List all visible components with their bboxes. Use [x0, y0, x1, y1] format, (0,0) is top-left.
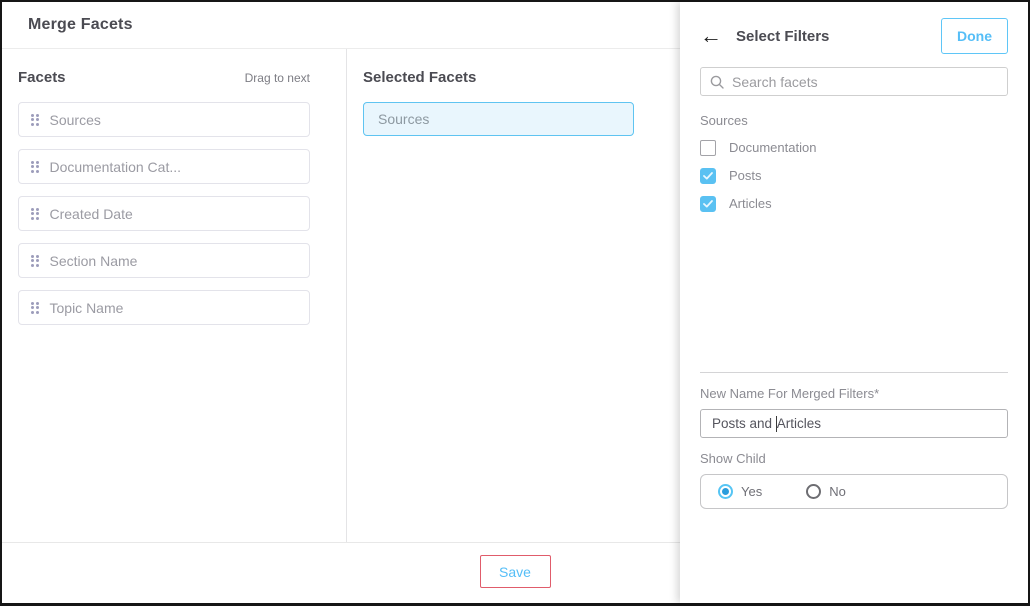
drag-handle-icon[interactable]: [31, 208, 39, 220]
filters-panel-title: Select Filters: [736, 28, 829, 45]
drag-handle-icon[interactable]: [31, 302, 39, 314]
facet-item-label: Section Name: [50, 253, 138, 269]
facets-column-header: Facets Drag to next: [18, 69, 310, 86]
facets-heading: Facets: [18, 69, 66, 86]
panel-divider: [700, 372, 1008, 373]
filter-group-label: Sources: [700, 113, 1008, 128]
drag-hint-label: Drag to next: [245, 71, 310, 85]
facet-item-label: Created Date: [50, 206, 133, 222]
drag-handle-icon[interactable]: [31, 114, 39, 126]
merged-name-value-after-caret: Articles: [777, 416, 821, 431]
selected-facet-sources[interactable]: Sources: [363, 102, 634, 136]
facet-item-label: Topic Name: [50, 300, 124, 316]
selected-facets-heading: Selected Facets: [363, 69, 476, 86]
merged-name-label: New Name For Merged Filters*: [700, 386, 1008, 401]
filter-option-posts[interactable]: Posts: [700, 167, 1008, 184]
facet-item-topic-name[interactable]: Topic Name: [18, 290, 310, 325]
filter-option-articles[interactable]: Articles: [700, 195, 1008, 212]
search-icon: [710, 75, 724, 89]
facet-item-sources[interactable]: Sources: [18, 102, 310, 137]
check-icon: [703, 200, 713, 208]
merged-name-input[interactable]: Posts and Articles: [700, 409, 1008, 438]
radio-selected-icon[interactable]: [718, 484, 733, 499]
drag-handle-icon[interactable]: [31, 161, 39, 173]
back-arrow-icon[interactable]: ←: [700, 25, 722, 47]
show-child-label: Show Child: [700, 451, 1008, 466]
facet-item-label: Documentation Cat...: [50, 159, 182, 175]
merged-name-value-before-caret: Posts and: [712, 416, 776, 431]
radio-option-label: No: [829, 484, 846, 499]
search-facets-box[interactable]: [700, 67, 1008, 96]
radio-unselected-icon[interactable]: [806, 484, 821, 499]
filters-panel-header: ← Select Filters Done: [700, 18, 1008, 54]
facets-column: Facets Drag to next Sources Documentatio…: [2, 49, 347, 542]
filter-option-label: Posts: [729, 168, 762, 183]
checkbox-checked-icon[interactable]: [700, 168, 716, 184]
page-title: Merge Facets: [28, 16, 133, 34]
search-facets-input[interactable]: [732, 74, 998, 90]
checkbox-checked-icon[interactable]: [700, 196, 716, 212]
radio-option-yes[interactable]: Yes: [718, 484, 762, 499]
filter-option-documentation[interactable]: Documentation: [700, 139, 1008, 156]
filter-option-label: Articles: [729, 196, 772, 211]
selected-facet-label: Sources: [378, 111, 429, 127]
done-button[interactable]: Done: [941, 18, 1008, 54]
checkbox-unchecked-icon[interactable]: [700, 140, 716, 156]
facet-item-label: Sources: [50, 112, 101, 128]
save-button[interactable]: Save: [480, 555, 551, 588]
check-icon: [703, 172, 713, 180]
facet-item-documentation-category[interactable]: Documentation Cat...: [18, 149, 310, 184]
drag-handle-icon[interactable]: [31, 255, 39, 267]
select-filters-panel: ← Select Filters Done Sources Documentat…: [680, 2, 1028, 603]
radio-option-no[interactable]: No: [806, 484, 846, 499]
radio-option-label: Yes: [741, 484, 762, 499]
facet-item-section-name[interactable]: Section Name: [18, 243, 310, 278]
facet-item-created-date[interactable]: Created Date: [18, 196, 310, 231]
filter-option-label: Documentation: [729, 140, 816, 155]
show-child-radio-group: Yes No: [700, 474, 1008, 509]
